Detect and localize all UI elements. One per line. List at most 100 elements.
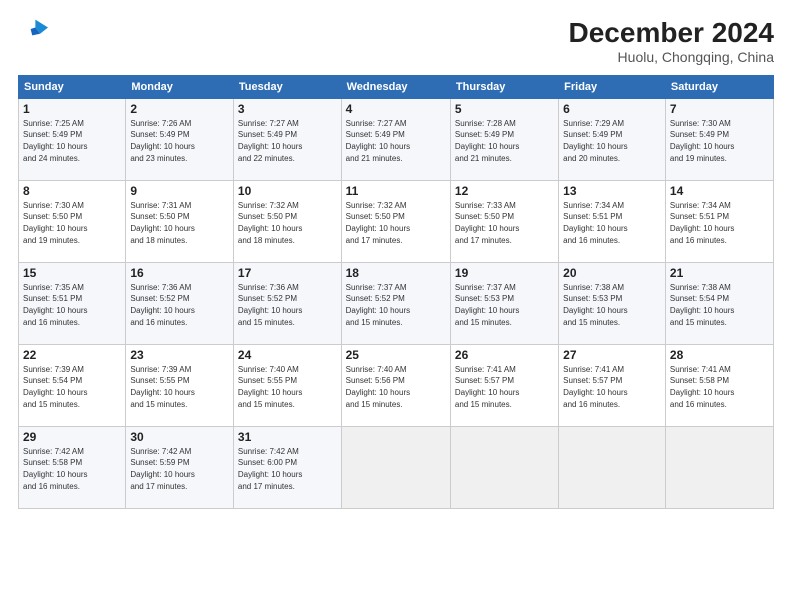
day-number: 7 [670,102,769,116]
day-number: 27 [563,348,661,362]
header: December 2024 Huolu, Chongqing, China [18,18,774,65]
col-tuesday: Tuesday [233,75,341,98]
calendar-week-row: 1 Sunrise: 7:25 AM Sunset: 5:49 PM Daylig… [19,98,774,180]
calendar-cell: 14 Sunrise: 7:34 AM Sunset: 5:51 PM Dayli… [665,180,773,262]
day-info: Sunrise: 7:37 AM Sunset: 5:53 PM Dayligh… [455,282,554,328]
day-number: 17 [238,266,337,280]
day-number: 31 [238,430,337,444]
day-info: Sunrise: 7:41 AM Sunset: 5:58 PM Dayligh… [670,364,769,410]
day-info: Sunrise: 7:28 AM Sunset: 5:49 PM Dayligh… [455,118,554,164]
day-number: 18 [346,266,446,280]
calendar-cell: 19 Sunrise: 7:37 AM Sunset: 5:53 PM Dayli… [450,262,558,344]
calendar-cell: 13Sunrise: 7:34 AM Sunset: 5:51 PM Dayli… [559,180,666,262]
calendar-cell: 9 Sunrise: 7:31 AM Sunset: 5:50 PM Daylig… [126,180,234,262]
day-info: Sunrise: 7:36 AM Sunset: 5:52 PM Dayligh… [130,282,229,328]
calendar-cell: 31 Sunrise: 7:42 AM Sunset: 6:00 PM Dayli… [233,426,341,508]
calendar-cell: 1 Sunrise: 7:25 AM Sunset: 5:49 PM Daylig… [19,98,126,180]
calendar-week-row: 29 Sunrise: 7:42 AM Sunset: 5:58 PM Dayli… [19,426,774,508]
day-info: Sunrise: 7:40 AM Sunset: 5:55 PM Dayligh… [238,364,337,410]
day-number: 6 [563,102,661,116]
day-number: 11 [346,184,446,198]
col-sunday: Sunday [19,75,126,98]
calendar-header-row: Sunday Monday Tuesday Wednesday Thursday… [19,75,774,98]
day-number: 16 [130,266,229,280]
calendar-cell: 26 Sunrise: 7:41 AM Sunset: 5:57 PM Dayli… [450,344,558,426]
calendar-cell: 6 Sunrise: 7:29 AM Sunset: 5:49 PM Daylig… [559,98,666,180]
main-title: December 2024 [569,18,774,49]
day-info: Sunrise: 7:26 AM Sunset: 5:49 PM Dayligh… [130,118,229,164]
day-number: 24 [238,348,337,362]
day-number: 26 [455,348,554,362]
calendar-cell: 20 Sunrise: 7:38 AM Sunset: 5:53 PM Dayli… [559,262,666,344]
day-number: 21 [670,266,769,280]
day-info: Sunrise: 7:27 AM Sunset: 5:49 PM Dayligh… [346,118,446,164]
calendar-cell: 2 Sunrise: 7:26 AM Sunset: 5:49 PM Daylig… [126,98,234,180]
day-info: Sunrise: 7:34 AM Sunset: 5:51 PM Dayligh… [563,200,661,246]
day-number: 28 [670,348,769,362]
calendar-page: December 2024 Huolu, Chongqing, China Su… [0,0,792,612]
calendar-cell [559,426,666,508]
calendar-cell: 24 Sunrise: 7:40 AM Sunset: 5:55 PM Dayli… [233,344,341,426]
day-number: 12 [455,184,554,198]
subtitle: Huolu, Chongqing, China [569,49,774,65]
calendar-cell [341,426,450,508]
calendar-cell: 5 Sunrise: 7:28 AM Sunset: 5:49 PM Daylig… [450,98,558,180]
calendar-cell [665,426,773,508]
day-number: 29 [23,430,121,444]
calendar-cell: 21Sunrise: 7:38 AM Sunset: 5:54 PM Dayli… [665,262,773,344]
calendar-cell: 4 Sunrise: 7:27 AM Sunset: 5:49 PM Daylig… [341,98,450,180]
day-info: Sunrise: 7:41 AM Sunset: 5:57 PM Dayligh… [455,364,554,410]
day-number: 10 [238,184,337,198]
calendar-cell: 23Sunrise: 7:39 AM Sunset: 5:55 PM Dayli… [126,344,234,426]
day-info: Sunrise: 7:34 AM Sunset: 5:51 PM Dayligh… [670,200,769,246]
day-number: 19 [455,266,554,280]
day-number: 9 [130,184,229,198]
day-number: 4 [346,102,446,116]
day-info: Sunrise: 7:42 AM Sunset: 5:59 PM Dayligh… [130,446,229,492]
calendar-cell: 22Sunrise: 7:39 AM Sunset: 5:54 PM Dayli… [19,344,126,426]
day-info: Sunrise: 7:33 AM Sunset: 5:50 PM Dayligh… [455,200,554,246]
calendar-week-row: 15 Sunrise: 7:35 AM Sunset: 5:51 PM Dayli… [19,262,774,344]
title-block: December 2024 Huolu, Chongqing, China [569,18,774,65]
day-number: 14 [670,184,769,198]
day-number: 5 [455,102,554,116]
day-info: Sunrise: 7:29 AM Sunset: 5:49 PM Dayligh… [563,118,661,164]
calendar-cell: 17 Sunrise: 7:36 AM Sunset: 5:52 PM Dayli… [233,262,341,344]
calendar-cell: 11Sunrise: 7:32 AM Sunset: 5:50 PM Dayli… [341,180,450,262]
day-info: Sunrise: 7:37 AM Sunset: 5:52 PM Dayligh… [346,282,446,328]
day-number: 20 [563,266,661,280]
day-number: 1 [23,102,121,116]
logo-icon [18,18,48,48]
day-number: 23 [130,348,229,362]
calendar-table: Sunday Monday Tuesday Wednesday Thursday… [18,75,774,509]
calendar-cell: 12 Sunrise: 7:33 AM Sunset: 5:50 PM Dayli… [450,180,558,262]
day-info: Sunrise: 7:31 AM Sunset: 5:50 PM Dayligh… [130,200,229,246]
col-monday: Monday [126,75,234,98]
calendar-cell [450,426,558,508]
day-number: 25 [346,348,446,362]
day-info: Sunrise: 7:41 AM Sunset: 5:57 PM Dayligh… [563,364,661,410]
day-info: Sunrise: 7:32 AM Sunset: 5:50 PM Dayligh… [238,200,337,246]
day-info: Sunrise: 7:30 AM Sunset: 5:50 PM Dayligh… [23,200,121,246]
calendar-cell: 18 Sunrise: 7:37 AM Sunset: 5:52 PM Dayli… [341,262,450,344]
calendar-week-row: 22Sunrise: 7:39 AM Sunset: 5:54 PM Dayli… [19,344,774,426]
day-number: 2 [130,102,229,116]
day-info: Sunrise: 7:42 AM Sunset: 5:58 PM Dayligh… [23,446,121,492]
day-info: Sunrise: 7:25 AM Sunset: 5:49 PM Dayligh… [23,118,121,164]
calendar-cell: 30Sunrise: 7:42 AM Sunset: 5:59 PM Dayli… [126,426,234,508]
day-info: Sunrise: 7:30 AM Sunset: 5:49 PM Dayligh… [670,118,769,164]
day-number: 3 [238,102,337,116]
calendar-cell: 16 Sunrise: 7:36 AM Sunset: 5:52 PM Dayli… [126,262,234,344]
col-thursday: Thursday [450,75,558,98]
day-info: Sunrise: 7:35 AM Sunset: 5:51 PM Dayligh… [23,282,121,328]
col-saturday: Saturday [665,75,773,98]
day-info: Sunrise: 7:42 AM Sunset: 6:00 PM Dayligh… [238,446,337,492]
day-number: 15 [23,266,121,280]
calendar-cell: 27 Sunrise: 7:41 AM Sunset: 5:57 PM Dayli… [559,344,666,426]
day-info: Sunrise: 7:36 AM Sunset: 5:52 PM Dayligh… [238,282,337,328]
day-info: Sunrise: 7:38 AM Sunset: 5:53 PM Dayligh… [563,282,661,328]
col-friday: Friday [559,75,666,98]
calendar-cell: 3 Sunrise: 7:27 AM Sunset: 5:49 PM Daylig… [233,98,341,180]
day-info: Sunrise: 7:27 AM Sunset: 5:49 PM Dayligh… [238,118,337,164]
col-wednesday: Wednesday [341,75,450,98]
